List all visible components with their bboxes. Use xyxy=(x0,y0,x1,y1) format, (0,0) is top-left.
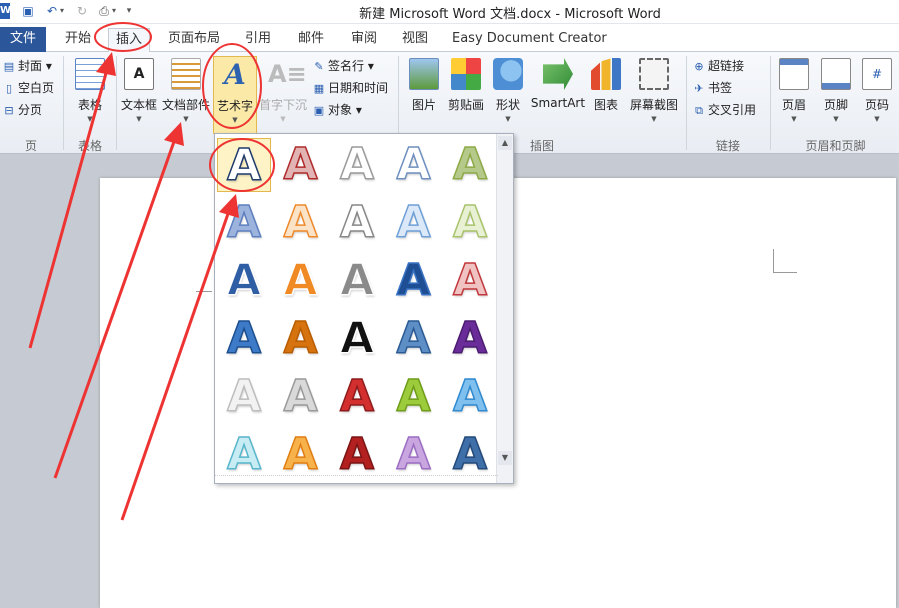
annotation-arrowhead xyxy=(219,194,239,218)
annotation-circle xyxy=(94,22,152,52)
annotation-circle xyxy=(202,43,262,129)
annotation-arrowhead xyxy=(164,122,184,146)
annotation-overlay xyxy=(28,22,275,521)
annotation-arrow xyxy=(120,207,232,521)
annotation-arrow xyxy=(28,65,110,349)
annotation-circle xyxy=(209,138,275,192)
annotation-arrowhead xyxy=(96,52,116,76)
